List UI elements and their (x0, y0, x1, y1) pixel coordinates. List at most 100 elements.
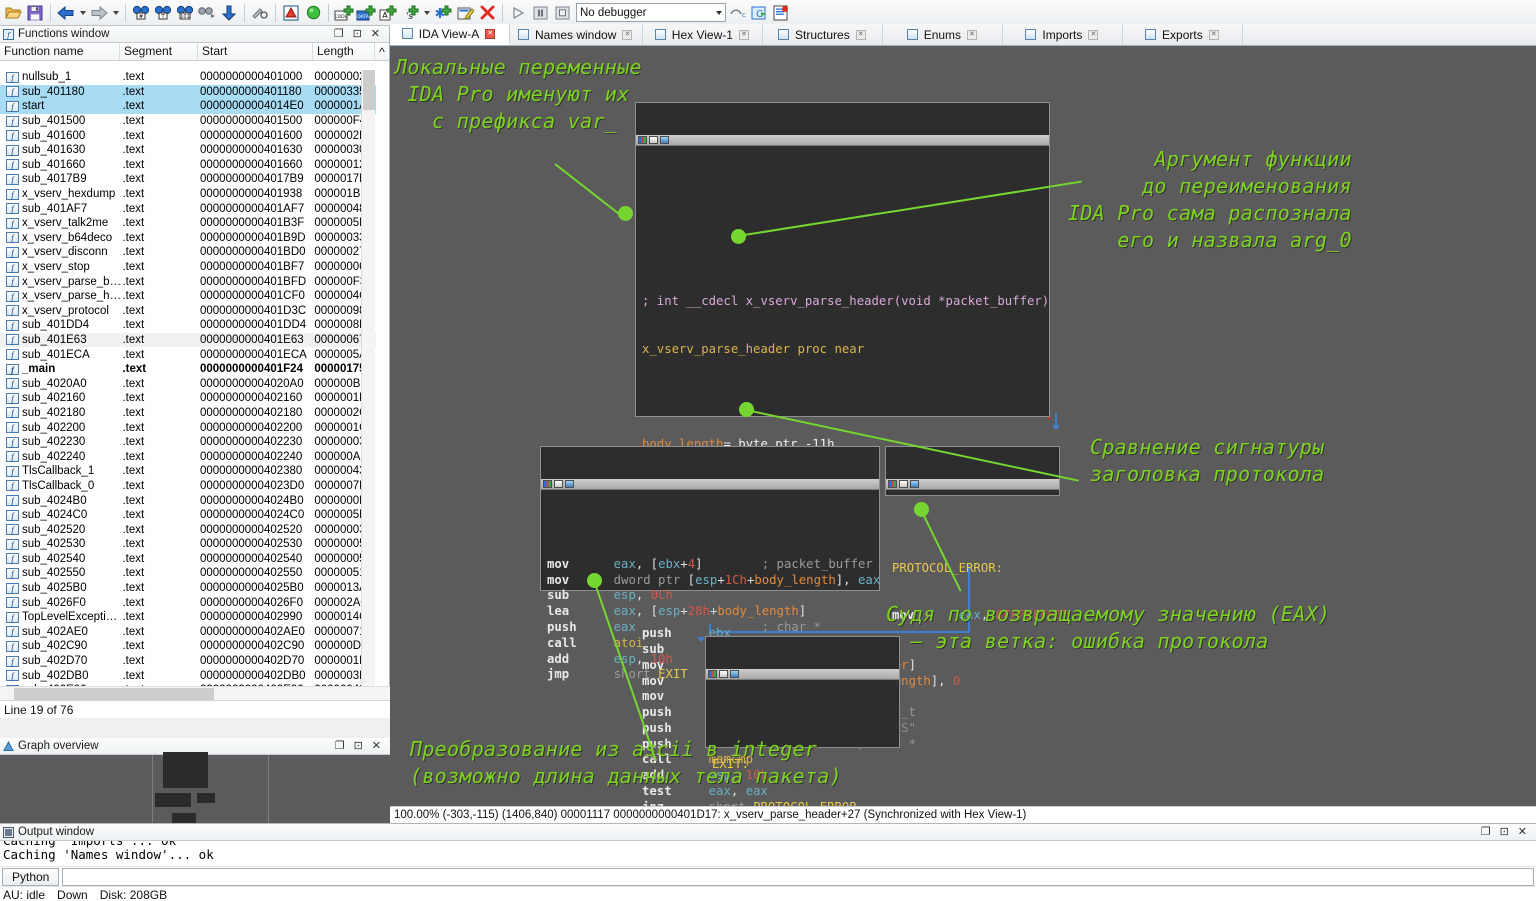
struct-dropdown-icon[interactable] (421, 2, 432, 24)
table-row[interactable]: f sub_402550 .text 0000000000402550 00000051 (0, 566, 376, 581)
table-row[interactable]: f x_vserv_parse_body .text 0000000000401BFD… (0, 274, 376, 289)
table-row[interactable]: f x_vserv_protocol .text 0000000000401D3C 00… (0, 304, 376, 319)
restore-icon[interactable]: ❐ (1481, 826, 1491, 838)
step-into-icon[interactable]: C (748, 2, 770, 24)
tab-enums[interactable]: Enums ✕ (883, 24, 1004, 45)
graph-node-left[interactable]: mov eax, [ebx+4] ; packet_buffer mov dwor… (540, 446, 880, 681)
back-dropdown-icon[interactable] (77, 2, 88, 24)
step-over-icon[interactable]: c (726, 2, 748, 24)
table-row[interactable]: f sub_402160 .text 0000000000402160 0000001D (0, 391, 376, 406)
table-row[interactable]: f sub_402C90 .text 0000000000402C90 000000DA (0, 639, 376, 654)
restore-icon[interactable]: ❐ (335, 740, 345, 752)
tab-imports[interactable]: Imports ✕ (1003, 24, 1124, 45)
node-list-icon[interactable] (730, 669, 739, 678)
node-color-icon[interactable] (543, 479, 552, 488)
make-ascii-icon[interactable]: A (377, 2, 399, 24)
breakpoint-list-icon[interactable] (770, 2, 792, 24)
node-color-icon[interactable] (638, 135, 647, 144)
table-row[interactable]: f nullsub_1 .text 0000000000401000 00000002 (0, 70, 376, 85)
node-color-icon[interactable] (708, 669, 717, 678)
column-header-start[interactable]: Start (198, 43, 313, 60)
make-struct-icon[interactable]: 's (399, 2, 421, 24)
view-tab-bar[interactable]: IDA View-A ✕ Names window ✕ Hex View-1 ✕ Struc… (390, 24, 1536, 46)
table-row[interactable]: f sub_401180 .text 0000000000401180 00000335 (0, 84, 376, 100)
node-edit-icon[interactable] (649, 135, 658, 144)
table-row[interactable]: f TlsCallback_1 .text 0000000000402380 00000… (0, 464, 376, 479)
graph-node-entry[interactable]: ; int __cdecl x_vserv_parse_header(void … (635, 102, 1050, 806)
debugger-start-icon[interactable] (507, 2, 529, 24)
table-row[interactable]: f TopLevelExceptio… .text 0000000000402990 0… (0, 610, 376, 625)
table-row[interactable]: f sub_4025B0 .text 00000000004025B0 0000013A (0, 581, 376, 596)
table-row[interactable]: f sub_402200 .text 0000000000402200 0000001C (0, 420, 376, 435)
table-row[interactable]: f sub_402AE0 .text 0000000000402AE0 00000071 (0, 625, 376, 640)
table-row[interactable]: f sub_401DD4 .text 0000000000401DD4 0000008F (0, 318, 376, 333)
close-icon[interactable]: ✕ (372, 740, 381, 752)
functions-hscroll-thumb[interactable] (14, 687, 214, 700)
table-row[interactable]: f x_vserv_parse_he… .text 0000000000401CF0 0… (0, 289, 376, 304)
tab-close-icon[interactable]: ✕ (1208, 29, 1219, 40)
table-row[interactable]: f sub_401ECA .text 0000000000401ECA 0000005A (0, 347, 376, 362)
instruction-line[interactable]: push eax ; char * (547, 620, 873, 636)
tab-exports[interactable]: Exports ✕ (1123, 24, 1244, 45)
tab-close-icon[interactable]: ✕ (967, 29, 978, 40)
make-array-icon[interactable] (432, 2, 454, 24)
edit-icon[interactable] (454, 2, 476, 24)
table-row[interactable]: f sub_402DB0 .text 0000000000402DB0 0000003D (0, 668, 376, 683)
instruction-line[interactable]: lea eax, [esp+28h+body_length] (547, 604, 873, 620)
table-row[interactable]: f sub_402230 .text 0000000000402230 00000003 (0, 435, 376, 450)
table-row[interactable]: f sub_4020A0 .text 00000000004020A0 000000B2 (0, 376, 376, 391)
table-row[interactable]: f sub_401600 .text 0000000000401600 0000002F (0, 128, 376, 143)
problems-icon[interactable] (280, 2, 302, 24)
tab-close-icon[interactable]: ✕ (1088, 29, 1099, 40)
functions-table-body[interactable]: f nullsub_1 .text 0000000000401000 00000002 f… (0, 70, 376, 710)
table-row[interactable]: f _main .text 0000000000401F24 00000175 (0, 362, 376, 377)
tab-close-icon[interactable]: ✕ (485, 28, 496, 39)
table-row[interactable]: f x_vserv_stop .text 0000000000401BF7 000000… (0, 260, 376, 275)
table-row[interactable]: f sub_401E63 .text 0000000000401E63 00000067 (0, 332, 376, 348)
make-data-icon[interactable]: DATA (355, 2, 377, 24)
functions-vertical-scrollbar[interactable]: ˅ (361, 70, 375, 710)
search-hex-icon[interactable]: # (130, 2, 152, 24)
float-icon[interactable]: ⊡ (1500, 826, 1509, 838)
output-log[interactable]: Caching 'Imports'... ok Caching 'Names w… (0, 841, 1536, 866)
graph-node-exit[interactable]: EXIT: add esp, 18hpop ebxretn x_vserv_pa… (705, 636, 900, 806)
functions-horizontal-scrollbar[interactable] (0, 686, 390, 700)
jump-down-icon[interactable] (218, 2, 240, 24)
tab-close-icon[interactable]: ✕ (622, 29, 633, 40)
search-next-icon[interactable] (196, 2, 218, 24)
tab-structures[interactable]: Structures ✕ (763, 24, 884, 45)
table-row[interactable]: f x_vserv_hexdump .text 0000000000401938 000… (0, 187, 376, 202)
table-row[interactable]: f sub_401660 .text 0000000000401660 00000012 (0, 158, 376, 173)
table-row[interactable]: f sub_401AF7 .text 0000000000401AF7 00000048 (0, 201, 376, 216)
unlock-icon[interactable] (249, 2, 271, 24)
python-command-input[interactable] (62, 867, 1534, 886)
graph-overview-canvas[interactable] (0, 752, 390, 825)
restore-icon[interactable]: ❐ (334, 28, 344, 40)
table-row[interactable]: f sub_402180 .text 0000000000402180 0000002C (0, 406, 376, 421)
table-row[interactable]: f sub_402D70 .text 0000000000402D70 0000001D (0, 654, 376, 669)
column-header-segment[interactable]: Segment (120, 43, 198, 60)
navigate-forward-icon[interactable] (88, 2, 110, 24)
table-row[interactable]: f TlsCallback_0 .text 00000000004023D0 00000… (0, 479, 376, 494)
node-list-icon[interactable] (565, 479, 574, 488)
open-file-icon[interactable] (2, 2, 24, 24)
column-header-length[interactable]: Length (313, 43, 375, 60)
node-edit-icon[interactable] (719, 669, 728, 678)
python-mode-button[interactable]: Python (2, 867, 60, 886)
table-row[interactable]: f x_vserv_b64deco .text 0000000000401B9D 000… (0, 231, 376, 246)
debugger-select[interactable]: No debugger (576, 3, 726, 22)
tab-ida-view-a[interactable]: IDA View-A ✕ (390, 24, 510, 45)
close-icon[interactable]: ✕ (1518, 826, 1527, 838)
ida-view-a-graph[interactable]: ; int __cdecl x_vserv_parse_header(void … (390, 46, 1536, 806)
table-row[interactable]: f start .text 00000000004014E0 0000001A (0, 99, 376, 114)
table-row[interactable]: f x_vserv_talk2me .text 0000000000401B3F 000… (0, 216, 376, 231)
tab-close-icon[interactable]: ✕ (738, 29, 749, 40)
table-row[interactable]: f sub_4026F0 .text 00000000004026F0 000002A0 (0, 595, 376, 610)
instruction-line[interactable]: mov eax, [ebx+4] ; packet_buffer (547, 557, 873, 573)
table-row[interactable]: f sub_402540 .text 0000000000402540 00000005 (0, 552, 376, 567)
debugger-stop-icon[interactable] (551, 2, 573, 24)
forward-dropdown-icon[interactable] (110, 2, 121, 24)
save-icon[interactable] (24, 2, 46, 24)
undefine-icon[interactable] (476, 2, 498, 24)
table-row[interactable]: f sub_401630 .text 0000000000401630 00000030 (0, 143, 376, 158)
